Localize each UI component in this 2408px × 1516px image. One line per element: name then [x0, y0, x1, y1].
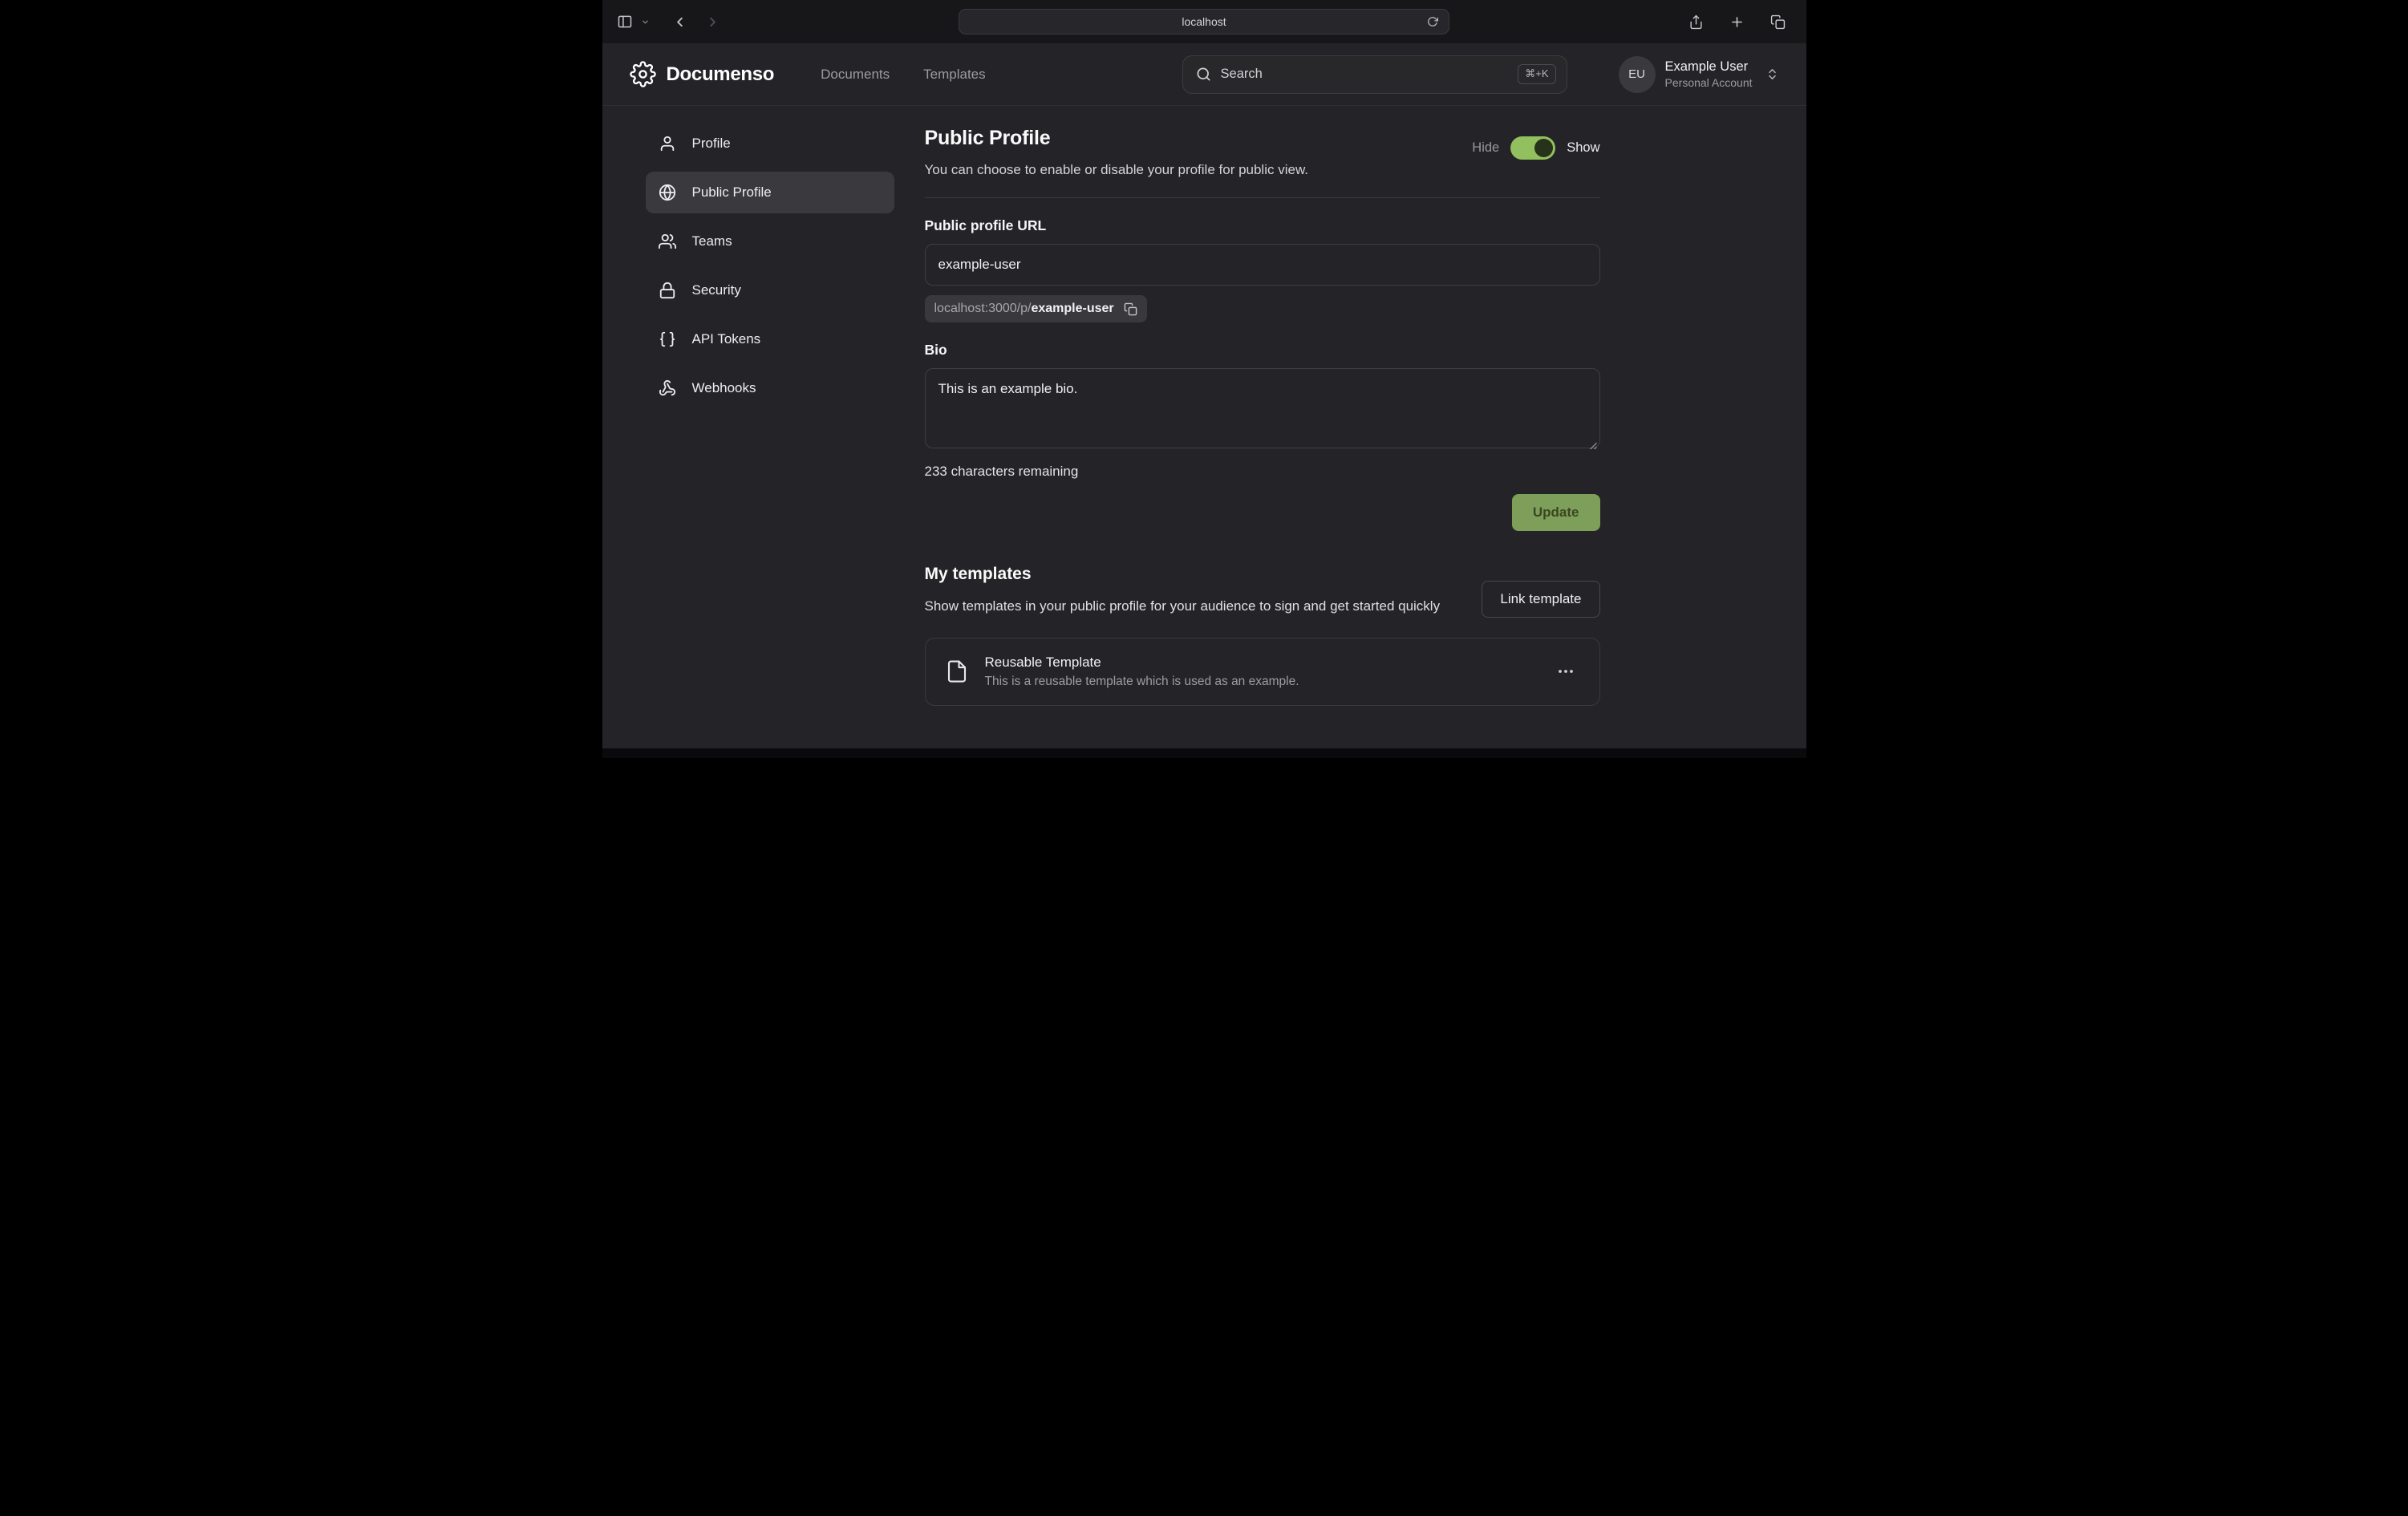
show-label: Show	[1567, 140, 1599, 156]
copy-url-button[interactable]	[1124, 302, 1137, 316]
app-header: Documenso Documents Templates Search ⌘+K…	[602, 43, 1806, 106]
url-text: localhost	[1182, 15, 1226, 28]
globe-icon	[659, 184, 676, 201]
documenso-logo-icon	[630, 61, 656, 87]
chevron-right-icon	[705, 14, 720, 30]
search-placeholder: Search	[1221, 67, 1263, 82]
bio-field-label: Bio	[925, 342, 1600, 359]
sidebar-panel-button[interactable]	[614, 10, 636, 33]
file-icon	[945, 659, 969, 683]
window-bottom-edge	[602, 748, 1806, 758]
sidebar-item-label: API Tokens	[692, 331, 761, 347]
main-nav: Documents Templates	[821, 67, 985, 83]
avatar: EU	[1619, 56, 1656, 93]
sidebar-item-public-profile[interactable]: Public Profile	[646, 172, 894, 213]
sidebar-item-label: Public Profile	[692, 184, 772, 201]
sidebar-dropdown-button[interactable]	[638, 14, 653, 30]
sidebar-item-label: Teams	[692, 233, 732, 249]
plus-icon	[1729, 14, 1745, 30]
template-menu-button[interactable]	[1551, 657, 1580, 686]
template-row: Reusable Template This is a reusable tem…	[925, 638, 1600, 706]
chevrons-up-down-icon	[1765, 67, 1779, 81]
user-menu[interactable]: EU Example User Personal Account	[1619, 56, 1779, 93]
sidebar-item-label: Webhooks	[692, 380, 756, 396]
public-profile-url-input[interactable]	[925, 244, 1600, 286]
chevron-left-icon	[672, 14, 687, 30]
nav-templates[interactable]: Templates	[923, 67, 985, 83]
url-preview-text: localhost:3000/p/example-user	[934, 302, 1114, 316]
characters-remaining: 233 characters remaining	[925, 464, 1600, 480]
webhook-icon	[659, 379, 676, 397]
tabs-icon	[1770, 14, 1786, 30]
user-icon	[659, 135, 676, 152]
visibility-toggle-row: Hide Show	[1472, 136, 1599, 160]
hide-label: Hide	[1472, 140, 1499, 156]
sidebar-item-webhooks[interactable]: Webhooks	[646, 367, 894, 409]
bio-textarea[interactable]: This is an example bio.	[925, 368, 1600, 448]
brand-name: Documenso	[667, 63, 775, 86]
search-icon	[1196, 67, 1211, 82]
link-template-button[interactable]: Link template	[1482, 581, 1599, 618]
users-icon	[659, 233, 676, 250]
main-content: Public Profile You can choose to enable …	[925, 106, 1600, 706]
reload-icon	[1427, 16, 1438, 27]
url-field-label: Public profile URL	[925, 217, 1600, 234]
lock-icon	[659, 282, 676, 299]
my-templates-description: Show templates in your public profile fo…	[925, 596, 1470, 617]
sidebar-panel-icon	[617, 14, 633, 30]
reload-button[interactable]	[1424, 13, 1441, 30]
address-bar[interactable]: localhost	[959, 9, 1449, 34]
sidebar-item-security[interactable]: Security	[646, 270, 894, 311]
template-description: This is a reusable template which is use…	[985, 675, 1299, 689]
sidebar-item-teams[interactable]: Teams	[646, 221, 894, 262]
user-name: Example User	[1665, 59, 1753, 75]
back-button[interactable]	[669, 11, 691, 33]
sidebar-item-api-tokens[interactable]: API Tokens	[646, 318, 894, 360]
page-title: Public Profile	[925, 127, 1309, 150]
search-shortcut-badge: ⌘+K	[1518, 64, 1555, 84]
toggle-knob	[1534, 139, 1553, 157]
url-preview-pill: localhost:3000/p/example-user	[925, 295, 1147, 322]
browser-chrome: localhost	[602, 0, 1806, 43]
user-account-type: Personal Account	[1665, 76, 1753, 89]
my-templates-section: My templates Show templates in your publ…	[925, 565, 1600, 706]
ellipsis-icon	[1556, 662, 1575, 681]
template-name: Reusable Template	[985, 655, 1299, 671]
chevron-down-icon	[641, 18, 650, 26]
divider	[925, 197, 1600, 198]
browser-window: localhost Documenso Documents Templates	[602, 0, 1806, 758]
tab-overview-button[interactable]	[1767, 11, 1789, 33]
sidebar-item-label: Profile	[692, 136, 731, 152]
sidebar-item-profile[interactable]: Profile	[646, 123, 894, 164]
brand-logo[interactable]: Documenso	[630, 61, 775, 87]
forward-button[interactable]	[702, 11, 724, 33]
share-button[interactable]	[1685, 11, 1707, 33]
page-subtitle: You can choose to enable or disable your…	[925, 162, 1309, 178]
sidebar-item-label: Security	[692, 282, 741, 298]
copy-icon	[1124, 302, 1137, 316]
page-layout: Profile Public Profile Teams Security AP…	[602, 106, 1806, 706]
visibility-toggle[interactable]	[1510, 136, 1555, 160]
nav-documents[interactable]: Documents	[821, 67, 890, 83]
settings-sidebar: Profile Public Profile Teams Security AP…	[602, 106, 925, 706]
new-tab-button[interactable]	[1726, 11, 1748, 33]
share-icon	[1688, 14, 1704, 30]
braces-icon	[659, 330, 676, 348]
search-input[interactable]: Search ⌘+K	[1182, 55, 1567, 94]
update-button[interactable]: Update	[1512, 494, 1600, 531]
